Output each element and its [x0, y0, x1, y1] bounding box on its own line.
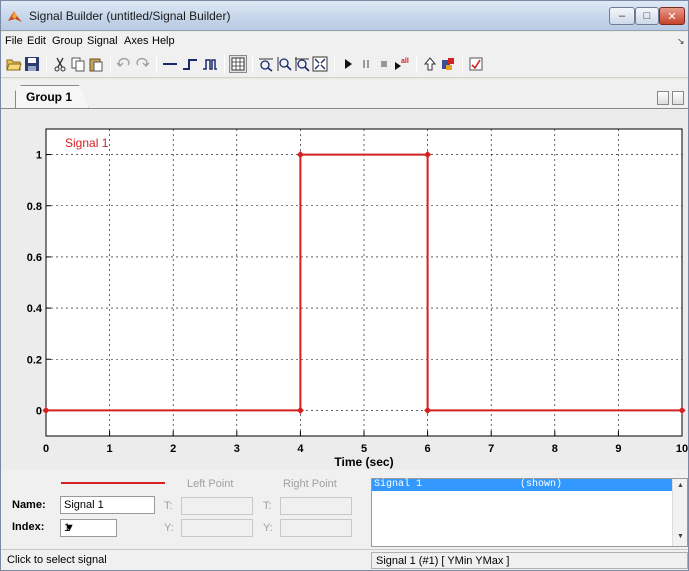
left-point-label: Left Point	[187, 478, 234, 490]
pause-icon[interactable]	[357, 55, 375, 73]
menu-axes[interactable]: Axes	[124, 35, 148, 47]
window-title: Signal Builder (untitled/Signal Builder)	[29, 9, 231, 23]
show-model-icon[interactable]	[421, 55, 439, 73]
y-tick-label: 0.4	[27, 303, 43, 315]
list-scrollbar[interactable]: ▲ ▼	[672, 479, 687, 546]
left-point-y-input[interactable]	[181, 519, 253, 537]
constant-signal-icon[interactable]	[161, 55, 179, 73]
verification-icon[interactable]	[439, 55, 457, 73]
menu-group[interactable]: Group	[52, 35, 83, 47]
signal-name-input[interactable]: Signal 1	[60, 496, 155, 514]
zoom-xy-icon[interactable]	[293, 55, 311, 73]
right-point-label: Right Point	[283, 478, 337, 490]
redo-icon[interactable]	[133, 55, 151, 73]
scroll-down-icon[interactable]: ▼	[677, 533, 684, 540]
undo-icon[interactable]	[115, 55, 133, 73]
run-all-icon[interactable]: all	[393, 55, 411, 73]
x-tick-label: 9	[615, 443, 621, 455]
group-tab-strip: Group 1	[1, 79, 688, 109]
minimize-button[interactable]: –	[609, 7, 635, 25]
scroll-up-icon[interactable]: ▲	[677, 482, 684, 489]
right-t-label: T:	[263, 500, 272, 512]
signal-legend-label: Signal 1	[65, 136, 109, 150]
signal-list[interactable]: Signal 1 (shown) ▲ ▼	[371, 478, 688, 547]
index-label: Index:	[12, 521, 45, 533]
x-tick-label: 10	[676, 443, 688, 455]
split-pane-alt-icon[interactable]	[672, 91, 684, 105]
signal-editor-panel: Left Point Right Point Name: Signal 1 In…	[1, 469, 688, 549]
status-signal-info: Signal 1 (#1) [ YMin YMax ]	[371, 552, 688, 569]
list-item[interactable]: Signal 1 (shown)	[372, 479, 672, 491]
signal-axes-panel: 0 1 2 3 4 5 6 7 8 9 10 0 0.2 0.4 0.6 0.8 1 Time (sec) Sign…	[1, 109, 688, 469]
status-bar: Click to select signal Signal 1 (#1) [ Y…	[1, 549, 688, 570]
x-tick-label: 2	[170, 443, 176, 455]
x-tick-label: 5	[361, 443, 367, 455]
name-label: Name:	[12, 499, 46, 511]
close-button[interactable]: ✕	[659, 7, 685, 25]
tab-group-1[interactable]: Group 1	[15, 85, 89, 109]
right-point-t-input[interactable]	[280, 497, 352, 515]
menu-bar: File Edit Group Signal Axes Help ↘	[1, 32, 688, 50]
y-tick-label: 0.2	[27, 354, 42, 366]
x-tick-label: 1	[107, 443, 113, 455]
dock-arrow-icon[interactable]: ↘	[677, 36, 685, 47]
x-tick-label: 6	[425, 443, 431, 455]
y-tick-label: 0.8	[27, 201, 42, 213]
y-tick-label: 1	[36, 150, 42, 162]
x-tick-label: 0	[43, 443, 49, 455]
toolbar: all	[1, 50, 688, 78]
help-icon[interactable]	[467, 55, 485, 73]
save-icon[interactable]	[23, 55, 41, 73]
open-icon[interactable]	[5, 55, 23, 73]
status-hint: Click to select signal	[7, 554, 107, 566]
start-simulation-icon[interactable]	[339, 55, 357, 73]
matlab-icon	[8, 11, 22, 22]
x-axis-label: Time (sec)	[334, 455, 393, 469]
left-t-label: T:	[164, 500, 173, 512]
fit-icon[interactable]	[311, 55, 329, 73]
signal-axes[interactable]: 0 1 2 3 4 5 6 7 8 9 10 0 0.2 0.4 0.6 0.8 1 Time (sec) Sign…	[1, 109, 688, 469]
right-point-y-input[interactable]	[280, 519, 352, 537]
x-tick-label: 7	[488, 443, 494, 455]
maximize-button[interactable]: □	[635, 7, 659, 25]
cut-icon[interactable]	[51, 55, 69, 73]
signal-builder-window: Signal Builder (untitled/Signal Builder)…	[0, 0, 689, 571]
title-bar[interactable]: Signal Builder (untitled/Signal Builder)…	[1, 1, 688, 31]
menu-signal[interactable]: Signal	[87, 35, 118, 47]
left-point-t-input[interactable]	[181, 497, 253, 515]
signal-line-style[interactable]	[61, 482, 165, 484]
x-tick-label: 8	[552, 443, 558, 455]
stop-icon[interactable]	[375, 55, 393, 73]
signal-index-select[interactable]: 1 ▼	[60, 519, 117, 537]
chevron-down-icon: ▼	[64, 522, 75, 534]
y-tick-label: 0.6	[27, 252, 42, 264]
grid-icon[interactable]	[229, 55, 247, 73]
zoom-x-icon[interactable]	[257, 55, 275, 73]
zoom-y-icon[interactable]	[275, 55, 293, 73]
right-y-label: Y:	[263, 522, 273, 534]
menu-file[interactable]: File	[5, 35, 23, 47]
signal-row-name: Signal 1	[374, 479, 423, 490]
left-y-label: Y:	[164, 522, 174, 534]
y-tick-label: 0	[36, 405, 42, 417]
menu-help[interactable]: Help	[152, 35, 175, 47]
svg-text:all: all	[401, 58, 409, 65]
x-tick-label: 3	[234, 443, 240, 455]
paste-icon[interactable]	[87, 55, 105, 73]
signal-row-state: (shown)	[520, 479, 563, 490]
copy-icon[interactable]	[69, 55, 87, 73]
split-pane-icon[interactable]	[657, 91, 669, 105]
pulse-signal-icon[interactable]	[201, 55, 219, 73]
x-tick-label: 4	[297, 443, 304, 455]
menu-edit[interactable]: Edit	[27, 35, 46, 47]
step-signal-icon[interactable]	[181, 55, 199, 73]
